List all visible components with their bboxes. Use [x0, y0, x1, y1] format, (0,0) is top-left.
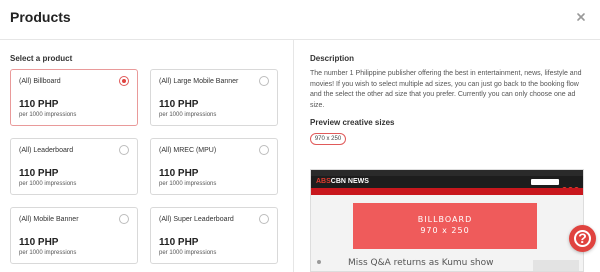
product-card-billboard[interactable]: (All) Billboard 110 PHP per 1000 impress… — [10, 69, 138, 126]
product-price-unit: per 1000 impressions — [159, 112, 217, 118]
product-price-unit: per 1000 impressions — [19, 181, 77, 187]
preview-social-icons — [561, 179, 581, 192]
help-icon[interactable]: ? — [569, 225, 596, 252]
preview-label: Preview creative sizes — [310, 118, 395, 127]
billboard-title: BILLBOARD — [417, 215, 473, 224]
section-label: Select a product — [10, 54, 73, 63]
product-card-super-leaderboard[interactable]: (All) Super Leaderboard 110 PHP per 1000… — [150, 207, 278, 264]
product-price: 110 PHP — [19, 99, 59, 110]
preview-brand-bar: ABSCBN NEWS — [311, 176, 583, 192]
radio-icon[interactable] — [259, 76, 269, 86]
modal-header: Products — [0, 0, 600, 40]
product-name: (All) Leaderboard — [19, 147, 74, 154]
product-price: 110 PHP — [19, 237, 59, 248]
product-price-unit: per 1000 impressions — [159, 250, 217, 256]
help-glyph: ? — [578, 230, 587, 246]
radio-icon[interactable] — [259, 145, 269, 155]
radio-icon[interactable] — [119, 145, 129, 155]
radio-icon[interactable] — [119, 76, 129, 86]
product-name: (All) MREC (MPU) — [159, 147, 217, 154]
product-card-mobile-banner[interactable]: (All) Mobile Banner 110 PHP per 1000 imp… — [10, 207, 138, 264]
billboard-size: 970 x 250 — [420, 226, 470, 235]
preview-nav-bar — [311, 188, 583, 195]
radio-icon[interactable] — [259, 214, 269, 224]
product-price: 110 PHP — [159, 168, 199, 179]
product-card-leaderboard[interactable]: (All) Leaderboard 110 PHP per 1000 impre… — [10, 138, 138, 195]
product-name: (All) Super Leaderboard — [159, 216, 234, 223]
close-icon[interactable] — [576, 12, 586, 22]
product-price: 110 PHP — [159, 99, 199, 110]
product-name: (All) Large Mobile Banner — [159, 78, 239, 85]
preview-share-icon — [317, 260, 321, 264]
modal-title: Products — [10, 9, 71, 25]
size-chip[interactable]: 970 x 250 — [310, 133, 346, 145]
product-price: 110 PHP — [19, 168, 59, 179]
product-list-pane: Select a product (All) Billboard 110 PHP… — [0, 40, 294, 272]
product-name: (All) Billboard — [19, 78, 61, 85]
product-card-large-mobile-banner[interactable]: (All) Large Mobile Banner 110 PHP per 10… — [150, 69, 278, 126]
description-label: Description — [310, 54, 355, 63]
preview-logo: ABSCBN NEWS — [316, 178, 369, 185]
product-price-unit: per 1000 impressions — [19, 250, 77, 256]
product-price-unit: per 1000 impressions — [19, 112, 77, 118]
product-card-mrec[interactable]: (All) MREC (MPU) 110 PHP per 1000 impres… — [150, 138, 278, 195]
preview-search — [531, 179, 559, 185]
description-text: The number 1 Philippine publisher offeri… — [310, 70, 582, 109]
creative-preview: ABSCBN NEWS BILLBOARD 970 x 250 Miss Q&A… — [310, 169, 584, 272]
product-name: (All) Mobile Banner — [19, 216, 79, 223]
preview-headline: Miss Q&A returns as Kumu show — [348, 258, 494, 268]
billboard-placeholder: BILLBOARD 970 x 250 — [353, 203, 537, 249]
product-price-unit: per 1000 impressions — [159, 181, 217, 187]
preview-sidebar-block — [533, 260, 579, 271]
radio-icon[interactable] — [119, 214, 129, 224]
product-detail-pane: Description The number 1 Philippine publ… — [295, 40, 600, 272]
product-price: 110 PHP — [159, 237, 199, 248]
